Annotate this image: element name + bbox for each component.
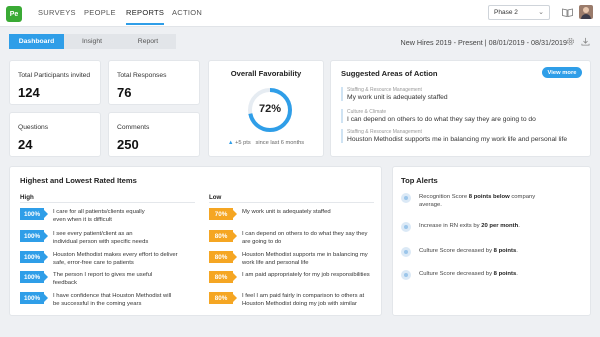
stat-label: Total Responses — [117, 72, 167, 79]
alert-text: Increase in RN exits by 20 per month. — [419, 223, 520, 229]
suggested-item-text: I can depend on others to do what they s… — [347, 116, 536, 123]
stat-label: Questions — [18, 124, 49, 131]
alert-icon — [401, 270, 411, 280]
suggested-actions-card: Suggested Areas of Action View more Staf… — [330, 60, 591, 157]
date-range-label: New Hires 2019 - Present | 08/01/2019 - … — [400, 38, 568, 47]
rated-items-title: Highest and Lowest Rated Items — [20, 176, 137, 185]
low-item-badge: 80% — [209, 230, 237, 242]
high-item-badge: 100% — [20, 251, 48, 263]
high-column-header: High — [20, 194, 34, 201]
phase-dropdown-value: Phase 2 — [494, 9, 518, 16]
low-item-row[interactable]: 70% My work unit is adequately staffed — [209, 208, 331, 220]
high-item-text: Houston Methodist makes every effort to … — [53, 252, 178, 266]
high-item-badge: 100% — [20, 208, 48, 220]
high-item-row[interactable]: 100% I have confidence that Houston Meth… — [20, 292, 171, 308]
suggested-item[interactable]: Culture & Climate I can depend on others… — [341, 109, 586, 123]
suggested-item-category: Staffing & Resource Management — [347, 87, 422, 93]
up-arrow-icon: ▲ — [227, 140, 234, 146]
tab-dashboard[interactable]: Dashboard — [9, 34, 64, 49]
stat-value: 124 — [18, 85, 40, 100]
alert-text: Culture Score decreased by 8 points. — [419, 248, 518, 254]
low-item-text: I can depend on others to do what they s… — [242, 231, 368, 245]
gear-icon[interactable] — [566, 37, 575, 46]
download-icon[interactable] — [581, 37, 590, 46]
suggested-item-category: Culture & Climate — [347, 109, 387, 115]
high-divider — [20, 202, 195, 203]
top-nav-bar: Pe SURVEYS PEOPLE REPORTS ACTION Phase 2… — [0, 0, 600, 27]
alert-item[interactable]: Culture Score decreased by 8 points. — [401, 247, 591, 257]
high-item-text: I care for all patients/clients equally e… — [53, 209, 145, 223]
suggested-item-text: My work unit is adequately staffed — [347, 94, 448, 101]
high-item-row[interactable]: 100% The person I report to gives me use… — [20, 271, 152, 287]
low-item-badge: 70% — [209, 208, 237, 220]
nav-people[interactable]: PEOPLE — [84, 8, 116, 17]
high-item-text: I have confidence that Houston Methodist… — [53, 293, 172, 307]
high-item-text: I see every patient/client as an individu… — [53, 231, 149, 245]
low-column-header: Low — [209, 194, 222, 201]
low-item-row[interactable]: 80% Houston Methodist supports me in bal… — [209, 251, 368, 267]
top-alerts-title: Top Alerts — [401, 176, 438, 185]
nav-reports[interactable]: REPORTS — [126, 8, 165, 25]
high-item-badge: 100% — [20, 292, 48, 304]
chevron-down-icon: ⌄ — [538, 9, 544, 16]
suggested-item[interactable]: Staffing & Resource Management My work u… — [341, 87, 586, 101]
app-logo[interactable]: Pe — [6, 6, 22, 22]
low-item-badge: 80% — [209, 251, 237, 263]
phase-dropdown[interactable]: Phase 2 ⌄ — [488, 5, 550, 20]
alert-item[interactable]: Recognition Score 8 points below company… — [401, 193, 591, 209]
suggested-title: Suggested Areas of Action — [341, 69, 438, 78]
alert-item[interactable]: Increase in RN exits by 20 per month. — [401, 222, 591, 232]
stat-card-responses: Total Responses 76 — [108, 60, 200, 105]
tab-insight[interactable]: Insight — [64, 34, 120, 49]
favorability-card: Overall Favorability 72% ▲ +5 pts since … — [208, 60, 324, 157]
book-icon[interactable] — [562, 8, 573, 17]
stat-label: Comments — [117, 124, 150, 131]
tab-report[interactable]: Report — [120, 34, 176, 49]
favorability-title: Overall Favorability — [230, 69, 302, 78]
favorability-change: +5 pts — [235, 140, 251, 146]
view-more-button[interactable]: View more — [542, 67, 582, 78]
low-item-badge: 80% — [209, 271, 237, 283]
alert-icon — [401, 193, 411, 203]
dashboard-tabs: Dashboard Insight Report — [9, 34, 176, 49]
nav-action[interactable]: ACTION — [172, 8, 202, 17]
user-avatar[interactable] — [579, 5, 593, 19]
high-item-badge: 100% — [20, 271, 48, 283]
high-item-text: The person I report to gives me useful fe… — [53, 272, 153, 286]
high-item-badge: 100% — [20, 230, 48, 242]
nav-surveys[interactable]: SURVEYS — [38, 8, 76, 17]
suggested-item[interactable]: Staffing & Resource Management Houston M… — [341, 129, 586, 143]
stat-value: 24 — [18, 137, 33, 152]
high-item-row[interactable]: 100% I see every patient/client as an ind… — [20, 230, 148, 246]
rated-items-card: Highest and Lowest Rated Items High Low … — [9, 166, 382, 316]
stat-card-questions: Questions 24 — [9, 112, 101, 157]
stat-card-participants: Total Participants invited 124 — [9, 60, 101, 105]
stat-value: 250 — [117, 137, 139, 152]
favorability-percent: 72% — [258, 103, 282, 115]
low-divider — [209, 202, 374, 203]
alert-icon — [401, 247, 411, 257]
low-item-row[interactable]: 80% I can depend on others to do what th… — [209, 230, 367, 246]
top-alerts-card: Top Alerts Recognition Score 8 points be… — [392, 166, 591, 316]
stat-value: 76 — [117, 85, 132, 100]
high-item-row[interactable]: 100% Houston Methodist makes every effor… — [20, 251, 178, 267]
low-item-badge: 80% — [209, 292, 237, 304]
suggested-item-category: Staffing & Resource Management — [347, 129, 422, 135]
stat-label: Total Participants invited — [18, 72, 91, 79]
low-item-text: I am paid appropriately for my job respo… — [242, 272, 370, 278]
stat-card-comments: Comments 250 — [108, 112, 200, 157]
favorability-footer: ▲ +5 pts since last 6 months — [209, 140, 323, 146]
alert-text: Recognition Score 8 points below company… — [419, 194, 536, 208]
suggested-item-text: Houston Methodist supports me in balanci… — [347, 136, 568, 143]
alert-icon — [401, 222, 411, 232]
alert-text: Culture Score decreased by 8 points. — [419, 271, 518, 277]
alert-item[interactable]: Culture Score decreased by 8 points. — [401, 270, 591, 280]
low-item-text: My work unit is adequately staffed — [242, 209, 331, 215]
high-item-row[interactable]: 100% I care for all patients/clients equ… — [20, 208, 145, 224]
favorability-since: since last 6 months — [255, 140, 305, 146]
low-item-row[interactable]: 80% I am paid appropriately for my job r… — [209, 271, 370, 283]
low-item-row[interactable]: 80% I feel I am paid fairly in compariso… — [209, 292, 364, 308]
low-item-text: I feel I am paid fairly in comparison to… — [242, 293, 365, 307]
low-item-text: Houston Methodist supports me in balanci… — [242, 252, 368, 266]
